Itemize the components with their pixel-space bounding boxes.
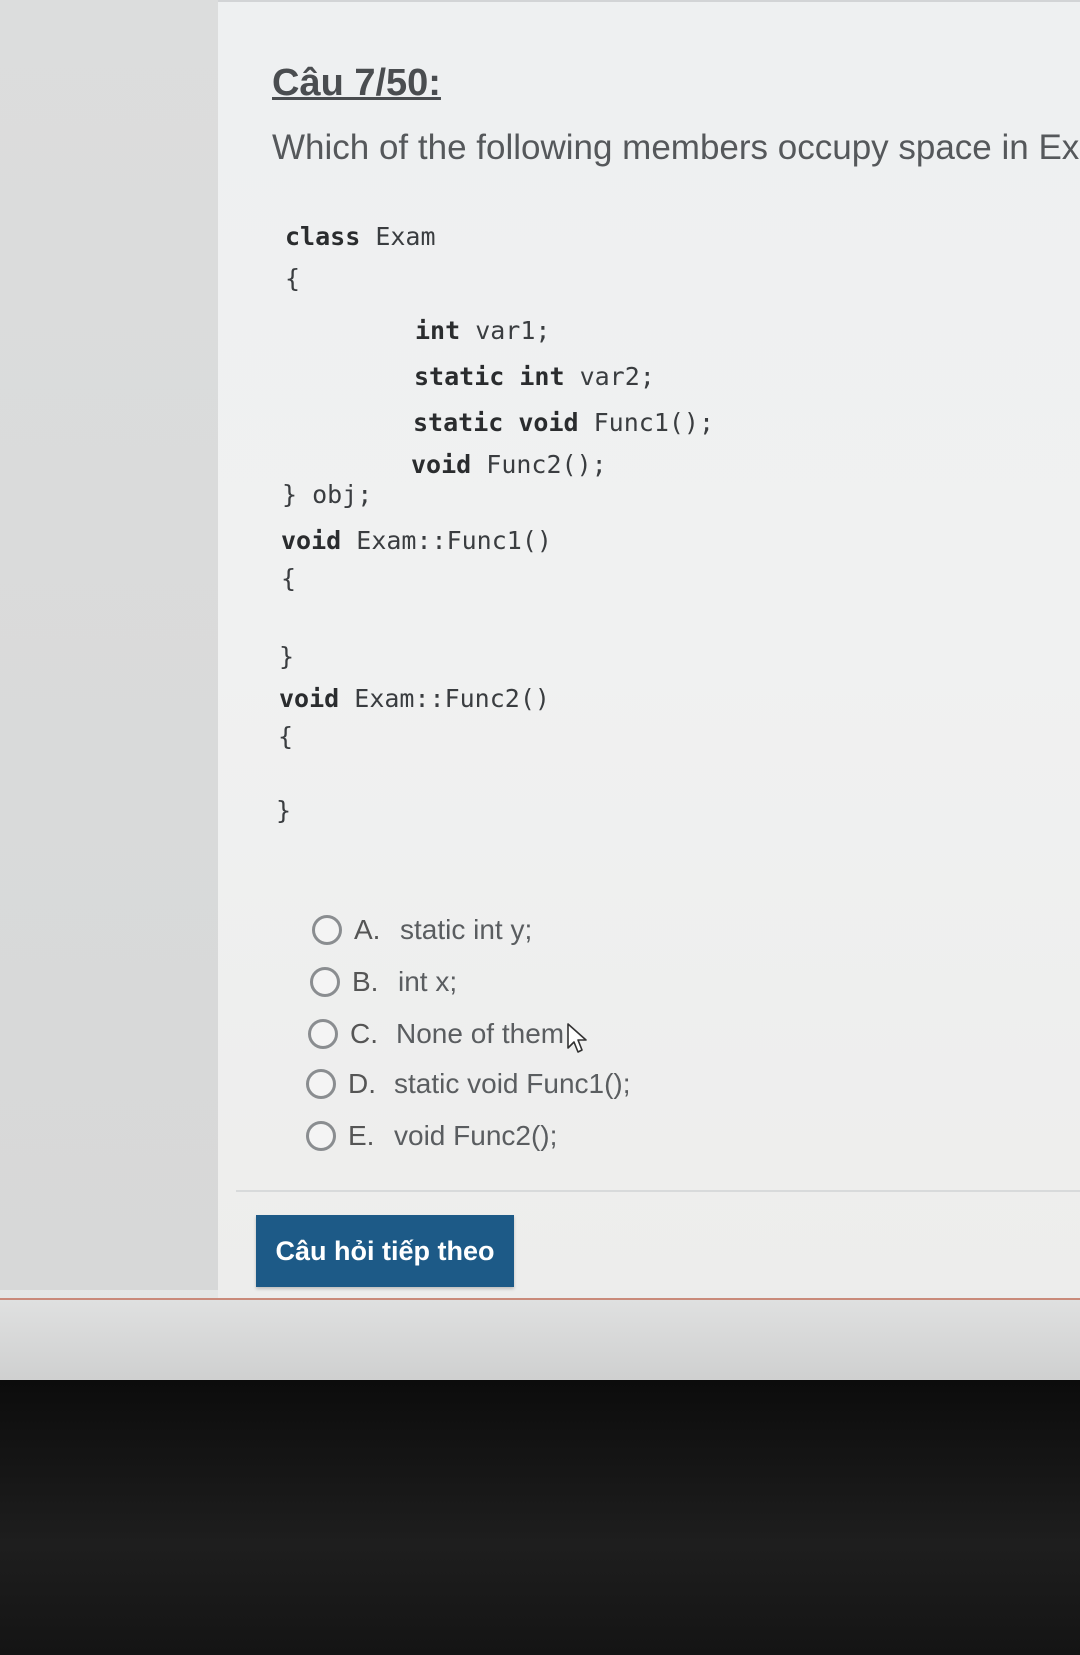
option-text: static void Func1(); bbox=[394, 1068, 631, 1099]
code-line: { bbox=[281, 564, 297, 593]
code-text: Func2(); bbox=[471, 450, 607, 479]
option-letter: C. bbox=[350, 1018, 378, 1049]
option-letter: B. bbox=[352, 966, 379, 997]
option-e[interactable]: E. void Func2(); bbox=[306, 1120, 557, 1152]
code-line: } obj; bbox=[282, 480, 373, 509]
radio-icon[interactable] bbox=[306, 1069, 336, 1099]
top-rule bbox=[218, 0, 1080, 2]
code-text: Func1(); bbox=[578, 408, 715, 437]
radio-icon[interactable] bbox=[308, 1019, 338, 1049]
side-panel bbox=[0, 0, 218, 1290]
code-line: void Exam::Func2() bbox=[279, 684, 550, 713]
code-line: { bbox=[278, 722, 294, 751]
option-letter: A. bbox=[354, 914, 381, 945]
code-line: void Func2(); bbox=[411, 450, 607, 479]
mouse-cursor-icon bbox=[567, 1023, 587, 1053]
option-letter: D. bbox=[348, 1068, 376, 1099]
option-c[interactable]: C. None of them bbox=[308, 1018, 564, 1050]
content-panel bbox=[218, 0, 1080, 1300]
next-question-button[interactable]: Câu hỏi tiếp theo bbox=[256, 1215, 514, 1287]
option-text: void Func2(); bbox=[394, 1120, 558, 1151]
code-keyword: static int bbox=[414, 362, 565, 391]
option-text: static int y; bbox=[400, 914, 533, 945]
code-keyword: void bbox=[281, 526, 342, 555]
code-line: void Exam::Func1() bbox=[281, 526, 552, 555]
question-text: Which of the following members occupy sp… bbox=[272, 128, 1080, 167]
screen: Câu 7/50: Which of the following members… bbox=[0, 0, 1080, 1380]
code-line: } bbox=[279, 642, 295, 671]
option-letter: E. bbox=[348, 1120, 375, 1151]
code-text: var1; bbox=[460, 316, 551, 345]
code-keyword: int bbox=[415, 316, 461, 345]
question-number: Câu 7/50: bbox=[272, 62, 441, 104]
code-text: Exam bbox=[360, 222, 436, 251]
code-keyword: class bbox=[285, 222, 361, 251]
code-line: class Exam bbox=[285, 222, 436, 251]
code-text: Exam::Func1() bbox=[341, 526, 552, 555]
code-text: var2; bbox=[564, 362, 655, 391]
code-line: } bbox=[276, 796, 292, 825]
divider bbox=[236, 1190, 1080, 1192]
code-line: int var1; bbox=[415, 316, 550, 345]
code-line: static void Func1(); bbox=[413, 408, 714, 437]
option-a[interactable]: A. static int y; bbox=[312, 914, 532, 946]
option-text: None of them bbox=[396, 1018, 565, 1049]
code-keyword: void bbox=[279, 684, 340, 713]
code-keyword: void bbox=[411, 450, 472, 479]
radio-icon[interactable] bbox=[310, 967, 340, 997]
radio-icon[interactable] bbox=[312, 915, 342, 945]
code-text: Exam::Func2() bbox=[339, 684, 550, 713]
option-b[interactable]: B. int x; bbox=[310, 966, 457, 998]
monitor-bezel bbox=[0, 1380, 1080, 1655]
radio-icon[interactable] bbox=[306, 1121, 336, 1151]
bottom-strip bbox=[0, 1300, 1080, 1380]
option-text: int x; bbox=[398, 966, 458, 997]
code-line: static int var2; bbox=[414, 362, 655, 391]
option-d[interactable]: D. static void Func1(); bbox=[306, 1068, 631, 1100]
code-keyword: static void bbox=[413, 408, 579, 437]
code-line: { bbox=[285, 264, 301, 293]
